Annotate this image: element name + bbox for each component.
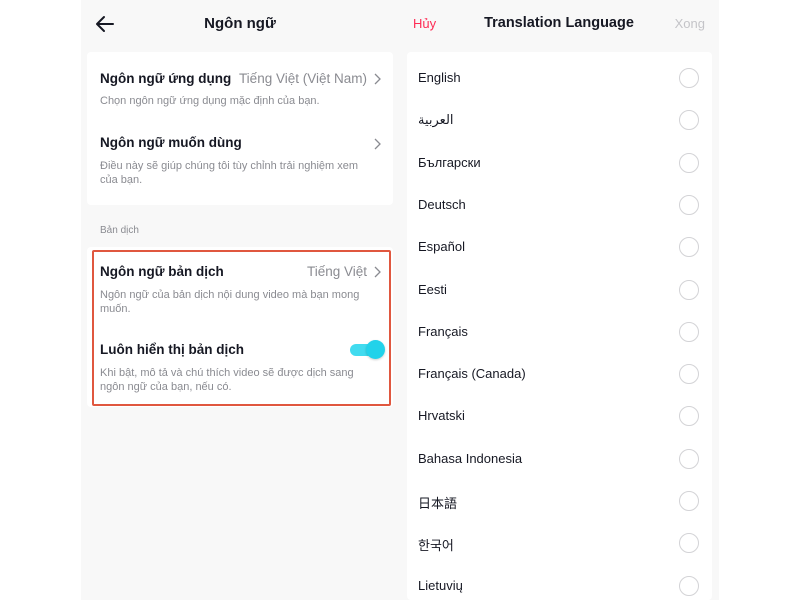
translation-language-value: Tiếng Việt xyxy=(306,264,367,279)
language-option-label: 日本語 xyxy=(418,496,458,511)
radio-button[interactable] xyxy=(679,491,699,511)
chevron-right-icon xyxy=(374,266,381,278)
left-header: Ngôn ngữ xyxy=(81,0,399,48)
preferred-language-description-line2: của bạn. xyxy=(100,174,143,186)
preferred-language-description-line1: Điều này sẽ giúp chúng tôi tùy chỉnh trả… xyxy=(100,160,359,172)
language-option-label: Hrvatski xyxy=(418,408,465,424)
translation-card: Ngôn ngữ bản dịch Tiếng Việt Ngôn ngữ củ… xyxy=(87,247,393,407)
language-option[interactable]: Español xyxy=(407,227,712,267)
page-title: Ngôn ngữ xyxy=(204,15,276,32)
translation-language-description-line2: muốn. xyxy=(100,303,131,315)
radio-button[interactable] xyxy=(679,575,699,596)
language-option-label: Français (Canada) xyxy=(418,366,526,382)
radio-button[interactable] xyxy=(679,279,699,300)
language-option-label: Bahasa Indonesia xyxy=(418,450,523,466)
radio-button[interactable] xyxy=(679,321,699,342)
language-option[interactable]: Български xyxy=(407,143,712,183)
chevron-right-icon xyxy=(374,73,381,85)
always-show-translation-toggle[interactable] xyxy=(350,340,385,359)
app-language-label: Ngôn ngữ ứng dụng xyxy=(100,71,232,86)
language-option[interactable]: Eesti xyxy=(407,270,712,310)
language-option[interactable]: Deutsch xyxy=(407,185,712,225)
language-option-label: Eesti xyxy=(418,281,447,297)
language-option[interactable]: Bahasa Indonesia xyxy=(407,439,712,479)
radio-button[interactable] xyxy=(679,364,699,385)
language-option[interactable]: Français (Canada) xyxy=(407,354,712,394)
always-show-translation-description-line2: ngôn ngữ của bạn, nếu có. xyxy=(100,381,232,393)
language-list: English العربية Български Deutsch Español Ees… xyxy=(407,52,712,600)
language-option-label: Lietuvių xyxy=(418,577,463,593)
app-language-description: Chọn ngôn ngữ ứng dụng mặc định của bạn. xyxy=(100,95,320,107)
language-option[interactable]: 日本語 xyxy=(407,481,712,521)
always-show-translation-description-line1: Khi bật, mô tả và chú thích video sẽ đượ… xyxy=(100,367,354,379)
language-option-label: Español xyxy=(418,239,465,255)
language-card: Ngôn ngữ ứng dụng Tiếng Việt (Việt Nam) … xyxy=(87,52,393,205)
radio-button[interactable] xyxy=(679,406,699,427)
translation-language-description-line1: Ngôn ngữ của bản dịch nội dung video mà … xyxy=(100,289,360,301)
language-settings-panel: Ngôn ngữ Ngôn ngữ ứng dụng Tiếng Việt (V… xyxy=(81,0,399,600)
radio-button[interactable] xyxy=(679,68,699,88)
language-option[interactable]: 한국어 xyxy=(407,523,712,563)
language-option-label: English xyxy=(418,70,461,85)
language-option-label: العربية xyxy=(418,112,454,128)
preferred-language-label: Ngôn ngữ muốn dùng xyxy=(100,135,242,150)
language-option-label: Deutsch xyxy=(418,196,466,212)
radio-button[interactable] xyxy=(679,448,699,469)
toggle-knob xyxy=(366,340,385,359)
translation-language-panel: Hủy Translation Language Xong English الع… xyxy=(399,0,719,600)
section-label-translation: Bản dịch xyxy=(100,225,139,236)
panel-title: Translation Language xyxy=(484,15,634,31)
language-option[interactable]: English xyxy=(407,58,712,98)
language-option-label: 한국어 xyxy=(418,538,454,554)
radio-button[interactable] xyxy=(679,110,699,131)
app-language-value: Tiếng Việt (Việt Nam) xyxy=(238,71,367,86)
chevron-right-icon xyxy=(374,138,381,150)
radio-button[interactable] xyxy=(679,533,699,554)
radio-button[interactable] xyxy=(679,194,699,215)
language-option[interactable]: العربية xyxy=(407,100,712,140)
radio-button[interactable] xyxy=(679,237,699,258)
done-button[interactable]: Xong xyxy=(675,16,705,31)
language-option[interactable]: Hrvatski xyxy=(407,396,712,436)
language-option[interactable]: Français xyxy=(407,312,712,352)
always-show-translation-label: Luôn hiển thị bản dịch xyxy=(100,342,244,357)
language-option-label: Български xyxy=(418,154,481,170)
translation-language-label: Ngôn ngữ bản dịch xyxy=(100,264,224,279)
language-option-label: Français xyxy=(418,323,468,339)
radio-button[interactable] xyxy=(679,152,699,173)
right-header: Hủy Translation Language Xong xyxy=(399,0,719,48)
